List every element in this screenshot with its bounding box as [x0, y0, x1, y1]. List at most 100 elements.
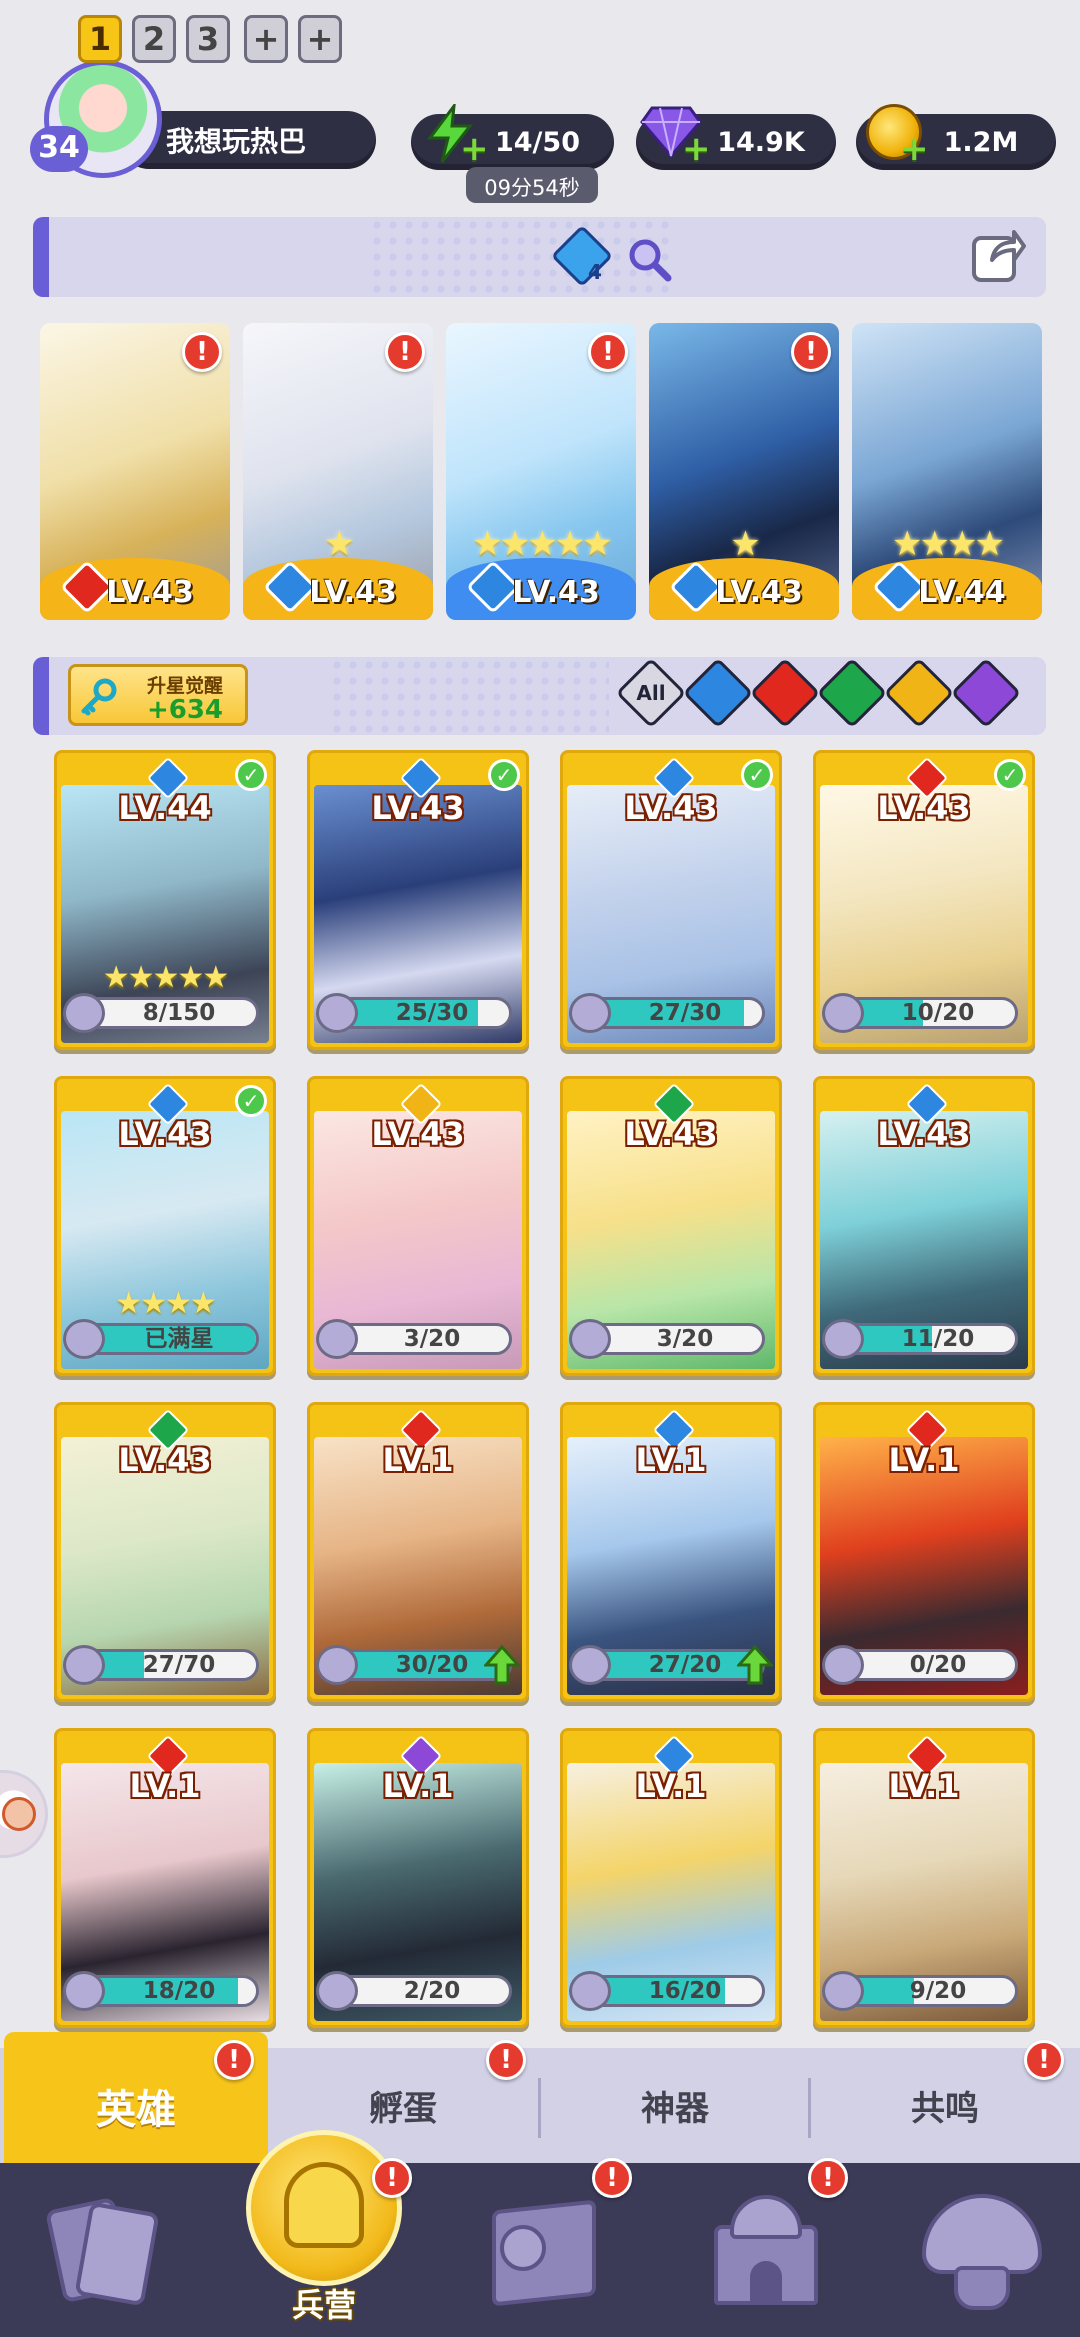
nav-cards[interactable]: [40, 2185, 170, 2315]
shard-icon: [569, 1971, 611, 2011]
temple-dome: [730, 2195, 802, 2239]
shard-icon: [822, 993, 864, 1033]
hero-level: LV.43: [118, 1115, 212, 1153]
helper-bubble[interactable]: [0, 1770, 48, 1858]
shard-icon: [569, 993, 611, 1033]
shard-icon: [822, 1645, 864, 1685]
tab-artifact[interactable]: 神器: [540, 2048, 810, 2163]
barracks-helmet: [284, 2162, 364, 2248]
hero-card[interactable]: ✓ LV.44 ★★★★★ 8/150: [54, 750, 276, 1050]
hero-level: LV.1: [382, 1441, 454, 1479]
hero-card[interactable]: ✓ LV.43 27/30: [560, 750, 782, 1050]
temple-door: [750, 2261, 782, 2305]
shard-icon: [63, 1645, 105, 1685]
add-team-button-2[interactable]: +: [298, 15, 342, 63]
hero-level: LV.43: [624, 789, 718, 827]
hero-card[interactable]: ✓ LV.43 10/20: [813, 750, 1035, 1050]
check-icon: ✓: [235, 759, 267, 791]
add-gems-icon[interactable]: +: [682, 132, 711, 166]
hero-level: LV.43: [715, 575, 803, 610]
hero-level: LV.43: [106, 575, 194, 610]
hero-stars: ★★★★: [115, 1286, 217, 1321]
search-icon[interactable]: [626, 236, 672, 282]
shard-icon: [569, 1319, 611, 1359]
filter-label: All: [636, 681, 666, 705]
key-icon: [79, 677, 119, 717]
check-icon: ✓: [741, 759, 773, 791]
hero-card[interactable]: LV.1 18/20: [54, 1728, 276, 2028]
hero-alert-badge: !: [385, 332, 425, 372]
hatch-tab-alert: !: [486, 2040, 526, 2080]
share-icon[interactable]: [970, 224, 1026, 284]
team-tab-3[interactable]: 3: [186, 15, 230, 63]
hero-card[interactable]: LV.1 30/20: [307, 1402, 529, 1702]
hero-card[interactable]: LV.1 27/20: [560, 1402, 782, 1702]
coins-value: 1.2M: [943, 126, 1019, 158]
energy-value: 14/50: [494, 126, 580, 158]
hero-level: LV.44: [918, 575, 1006, 610]
shard-icon: [569, 1645, 611, 1685]
hero-level: LV.1: [888, 1767, 960, 1805]
mushroom-stem: [954, 2266, 1010, 2310]
hero-level: LV.1: [888, 1441, 960, 1479]
team-tab-1[interactable]: 1: [78, 15, 122, 63]
add-team-button[interactable]: +: [244, 15, 288, 63]
nav-barracks[interactable]: 兵营: [240, 2126, 408, 2337]
hero-level: LV.43: [309, 575, 397, 610]
nav-temple[interactable]: [700, 2185, 830, 2315]
energy-timer: 09分54秒: [484, 176, 580, 200]
hero-level: LV.43: [877, 1115, 971, 1153]
team-hero-card[interactable]: ★★★★ LV.44: [852, 323, 1042, 620]
hero-alert-badge: !: [182, 332, 222, 372]
hero-card[interactable]: LV.1 9/20: [813, 1728, 1035, 2028]
awaken-value: +634: [146, 695, 224, 725]
hero-alert-badge: !: [791, 332, 831, 372]
hero-card[interactable]: LV.43 27/70: [54, 1402, 276, 1702]
hero-stars: ★: [730, 524, 760, 564]
hero-level: LV.1: [635, 1767, 707, 1805]
hero-card[interactable]: LV.1 2/20: [307, 1728, 529, 2028]
check-icon: ✓: [235, 1085, 267, 1117]
hero-card[interactable]: ✓ LV.43 25/30: [307, 750, 529, 1050]
awaken-button[interactable]: 升星觉醒 +634: [68, 664, 248, 726]
tab-divider: [808, 2078, 811, 2138]
team-tab-2[interactable]: 2: [132, 15, 176, 63]
hero-level: LV.43: [877, 789, 971, 827]
hero-level: LV.43: [118, 1441, 212, 1479]
upgrade-arrow-icon: [735, 1644, 775, 1685]
hero-card[interactable]: LV.43 3/20: [307, 1076, 529, 1376]
mushroom-icon: [922, 2194, 1042, 2274]
add-coins-icon[interactable]: +: [900, 132, 929, 166]
check-icon: ✓: [994, 759, 1026, 791]
player-level: 34: [38, 130, 80, 165]
hero-stars: ★: [324, 524, 354, 564]
hero-level: LV.43: [371, 1115, 465, 1153]
hero-level: LV.44: [118, 789, 212, 827]
hero-card[interactable]: LV.1 0/20: [813, 1402, 1035, 1702]
hero-stars: ★★★★: [892, 524, 1005, 564]
shard-icon: [316, 1645, 358, 1685]
nav-map[interactable]: [478, 2185, 608, 2315]
temple-alert: !: [808, 2158, 848, 2198]
player-info[interactable]: 我想玩热巴 34: [30, 58, 380, 178]
hero-card[interactable]: LV.43 3/20: [560, 1076, 782, 1376]
hero-level: LV.43: [624, 1115, 718, 1153]
hero-level: LV.1: [129, 1767, 201, 1805]
nav-mushroom[interactable]: [912, 2180, 1052, 2320]
hero-card[interactable]: LV.43 11/20: [813, 1076, 1035, 1376]
hero-stars: ★★★★★: [102, 960, 229, 995]
shard-icon: [316, 993, 358, 1033]
shard-icon: [316, 1319, 358, 1359]
team-bar: [33, 217, 1046, 297]
hero-card[interactable]: ✓ LV.43 ★★★★ 已满星: [54, 1076, 276, 1376]
hero-level: LV.43: [371, 789, 465, 827]
hero-card[interactable]: LV.1 16/20: [560, 1728, 782, 2028]
compass-icon: [500, 2225, 546, 2271]
resonance-tab-alert: !: [1024, 2040, 1064, 2080]
hero-level: LV.1: [382, 1767, 454, 1805]
shard-icon: [63, 1971, 105, 2011]
hero-level: LV.43: [512, 575, 600, 610]
shard-icon: [63, 1319, 105, 1359]
hero-alert-badge: !: [588, 332, 628, 372]
add-energy-icon[interactable]: +: [460, 132, 489, 166]
